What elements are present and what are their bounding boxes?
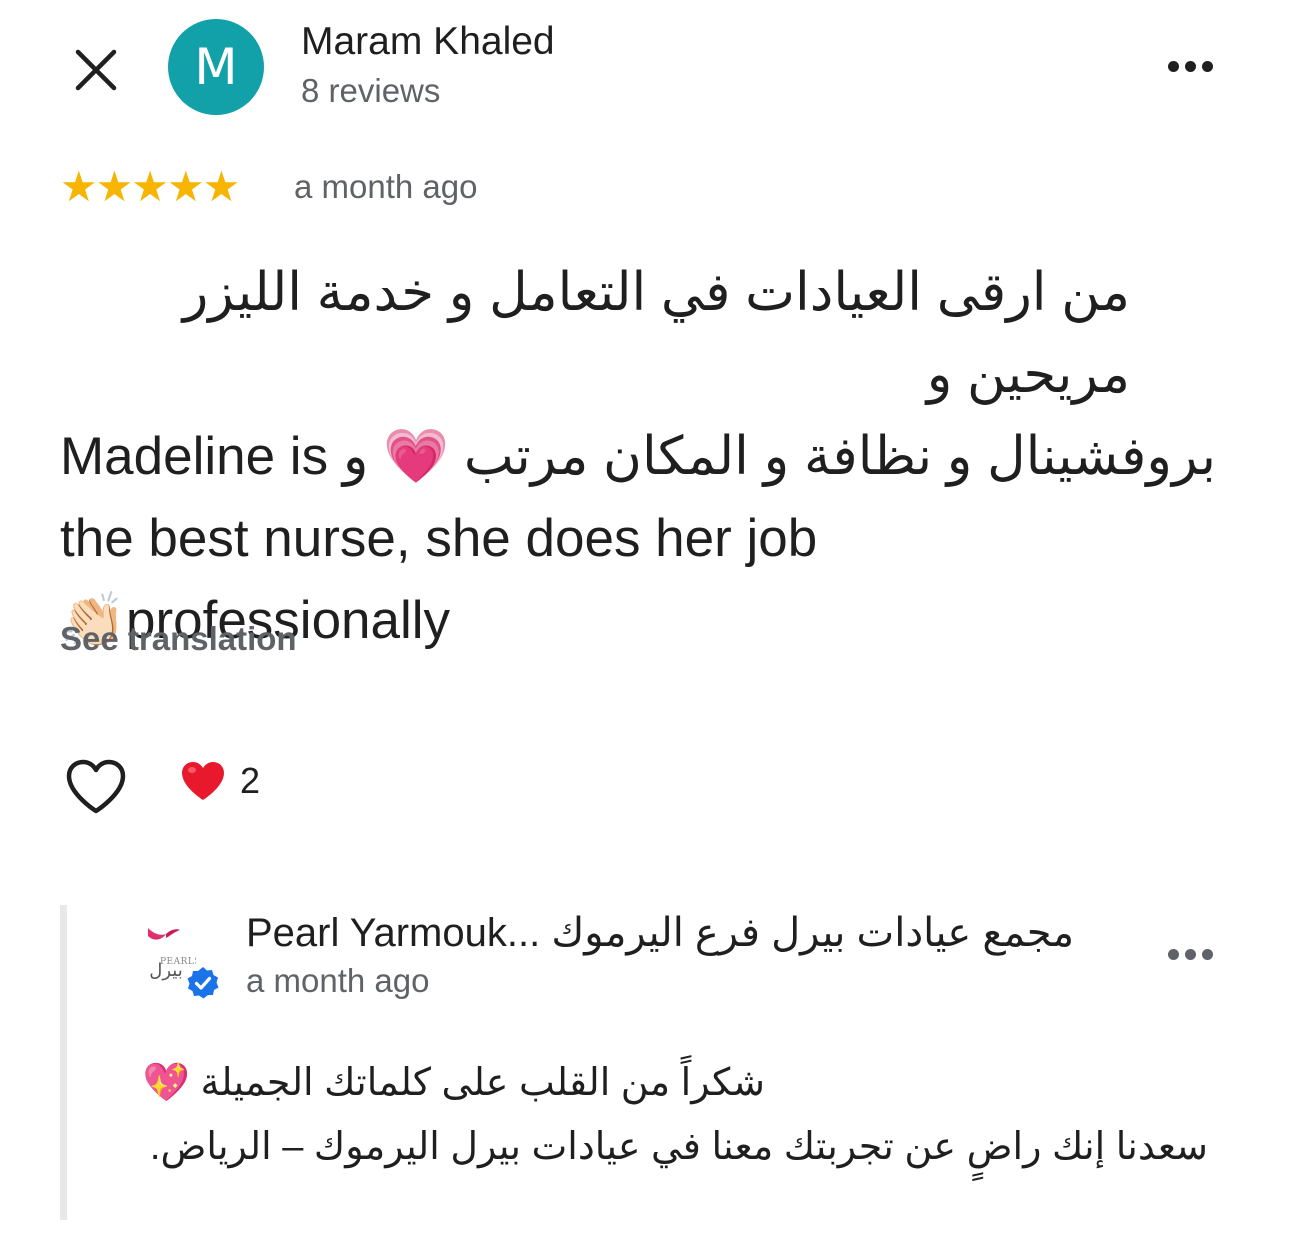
review-text-line: the best nurse, she does her job	[60, 509, 818, 568]
red-heart-icon	[182, 762, 224, 800]
review-text-line: Madeline is و 💗 بروفشينال و نظافة و المك…	[60, 416, 1216, 498]
review-text-arabic-2: بروفشينال و نظافة و المكان مرتب	[463, 427, 1216, 486]
reply-more-options-button[interactable]	[1158, 932, 1222, 976]
more-dot-icon	[1167, 60, 1179, 72]
review-text-arabic-1: من ارقى العيادات في التعامل و خدمة الليز…	[182, 263, 1130, 404]
owner-logo[interactable]: PEARLS بيرل	[120, 920, 201, 982]
more-dot-icon	[1201, 60, 1213, 72]
reviewer-name[interactable]: Maram Khaled	[301, 20, 555, 64]
review-date: a month ago	[294, 168, 478, 205]
close-button[interactable]	[66, 40, 126, 100]
reaction-count: 2	[240, 760, 261, 801]
see-translation-link[interactable]: See translation	[60, 620, 297, 658]
more-dot-icon	[1201, 948, 1213, 960]
review-text-waw: و	[342, 427, 369, 486]
reaction-summary[interactable]: 2	[180, 760, 260, 802]
more-dot-icon	[1184, 60, 1196, 72]
review-text: من ارقى العيادات في التعامل و خدمة الليز…	[60, 252, 1216, 662]
more-dot-icon	[1184, 948, 1196, 960]
review-text-english-2: Madeline is	[60, 427, 329, 486]
owner-reply-line: سعدنا إنك راضٍ عن تجربتك معنا في عيادات …	[149, 1126, 1208, 1168]
close-icon	[75, 49, 117, 91]
reply-divider	[60, 905, 67, 1220]
review-text-line: من ارقى العيادات في التعامل و خدمة الليز…	[60, 252, 1130, 416]
more-dot-icon	[1167, 948, 1179, 960]
like-button[interactable]	[62, 753, 130, 821]
owner-reply-date: a month ago	[246, 962, 430, 999]
reviewer-review-count: 8 reviews	[301, 72, 441, 109]
heart-outline-icon	[66, 759, 126, 814]
owner-reply-line: شكراً من القلب على كلماتك الجميلة 💖	[142, 1062, 765, 1104]
owner-name[interactable]: Pearl Yarmouk... مجمع عيادات بيرل فرع ال…	[246, 910, 1074, 956]
verified-badge-icon	[186, 966, 220, 1000]
logo-text-arabic: بيرل	[149, 960, 182, 981]
avatar[interactable]: M	[168, 19, 264, 115]
pink-heart-emoji: 💗	[383, 426, 450, 487]
more-options-button[interactable]	[1158, 44, 1222, 88]
star-rating: ★★★★★	[60, 162, 240, 211]
